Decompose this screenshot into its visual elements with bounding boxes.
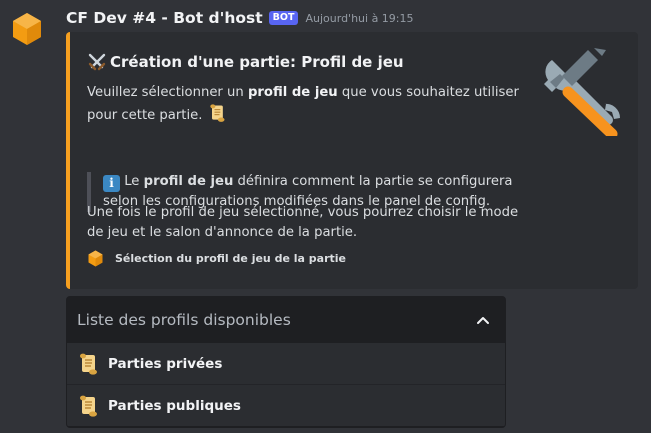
scroll-icon xyxy=(209,104,225,122)
author-name[interactable]: CF Dev #4 - Bot d'host xyxy=(66,9,263,27)
embed-footer: Sélection du profil de jeu de la partie xyxy=(87,250,346,267)
footer-text: Sélection du profil de jeu de la partie xyxy=(115,252,346,265)
select-header[interactable]: Liste des profils disponibles xyxy=(67,297,505,343)
crossed-swords-icon xyxy=(88,53,106,71)
profile-select-menu[interactable]: Liste des profils disponibles Parties pr… xyxy=(66,296,506,428)
info-icon: i xyxy=(103,175,120,192)
select-placeholder: Liste des profils disponibles xyxy=(77,311,291,329)
quote-text: Le xyxy=(120,174,144,189)
select-option-parties-publiques[interactable]: Parties publiques xyxy=(67,384,505,426)
embed-description-2: Une fois le profil de jeu sélectionné, v… xyxy=(87,205,519,240)
hammer-and-wrench-icon xyxy=(544,48,621,136)
chevron-up-icon[interactable] xyxy=(475,312,491,328)
orange-hexagon-icon xyxy=(88,250,103,267)
desc-bold-text: profil de jeu xyxy=(247,85,338,100)
embed-card: Création d'une partie: Profil de jeu Veu… xyxy=(66,32,638,289)
bot-avatar[interactable] xyxy=(10,12,44,46)
select-option-parties-privees[interactable]: Parties privées xyxy=(67,343,505,384)
embed-title-text: Création d'une partie: Profil de jeu xyxy=(110,53,404,71)
option-label: Parties publiques xyxy=(108,397,241,414)
desc-text: Veuillez sélectionner un xyxy=(87,85,248,100)
quote-bold-text: profil de jeu xyxy=(143,174,234,189)
scroll-icon xyxy=(80,353,97,375)
embed-title: Création d'une partie: Profil de jeu xyxy=(87,52,404,72)
message-timestamp[interactable]: Aujourd'hui à 19:15 xyxy=(305,12,413,25)
message-header: CF Dev #4 - Bot d'host BOT Aujourd'hui à… xyxy=(66,8,414,28)
option-label: Parties privées xyxy=(108,355,223,372)
scroll-icon xyxy=(80,395,97,417)
embed-description: Veuillez sélectionner un profil de jeu q… xyxy=(87,83,527,126)
bot-badge: BOT xyxy=(268,11,299,25)
